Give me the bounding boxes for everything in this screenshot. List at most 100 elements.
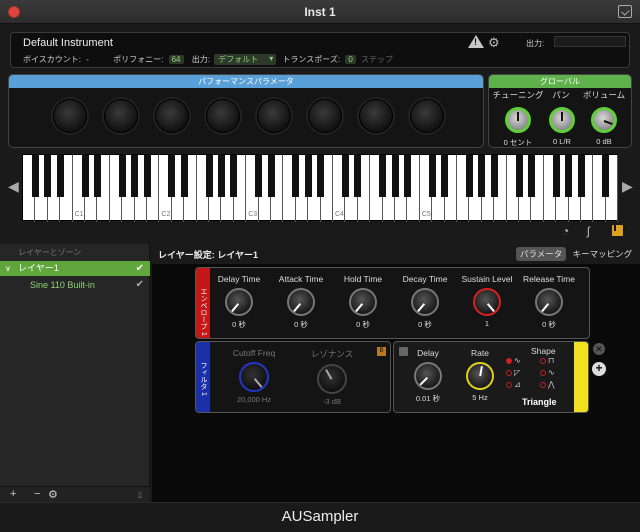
performance-knob[interactable] [206, 99, 240, 133]
sidebar-item-layer1[interactable]: ∨ レイヤー1 ✔ [0, 261, 150, 276]
checkmark-icon[interactable]: ✔ [136, 278, 144, 292]
shape-option-sine[interactable]: ∿ [506, 356, 536, 367]
warning-icon[interactable] [468, 35, 484, 48]
lfo-delay-knob[interactable] [414, 362, 442, 390]
black-key[interactable] [515, 155, 523, 197]
tab-parameters[interactable]: パラメータ [516, 247, 567, 261]
chevron-down-icon[interactable]: ∨ [5, 261, 11, 276]
env-delay-knob[interactable] [225, 288, 253, 316]
remove-button[interactable]: − [34, 488, 40, 500]
black-key[interactable] [341, 155, 349, 197]
black-key[interactable] [292, 155, 300, 197]
pan-knob[interactable] [549, 107, 575, 133]
black-key[interactable] [441, 155, 449, 197]
black-key[interactable] [565, 155, 573, 197]
black-key[interactable] [465, 155, 473, 197]
filter-bypass-badge[interactable]: B [377, 347, 386, 356]
performance-knob[interactable] [308, 99, 342, 133]
pitchbend-icon[interactable]: ʃ [587, 224, 590, 238]
cutoff-knob[interactable] [239, 362, 269, 392]
black-key[interactable] [490, 155, 498, 197]
radio-icon [540, 381, 546, 388]
black-key[interactable] [131, 155, 139, 197]
window-title: Inst 1 [304, 5, 336, 19]
tab-key-mapping[interactable]: キーマッピング [569, 247, 637, 261]
keyboard-scroll-left-icon[interactable]: ◀ [8, 178, 19, 195]
black-key[interactable] [230, 155, 238, 197]
performance-knob[interactable] [410, 99, 444, 133]
resonance-knob[interactable] [317, 364, 347, 394]
black-key[interactable] [354, 155, 362, 197]
output2-field[interactable] [554, 36, 626, 47]
black-key[interactable] [527, 155, 535, 197]
env-sustain-knob[interactable] [473, 288, 501, 316]
black-key[interactable] [168, 155, 176, 197]
black-key[interactable] [304, 155, 312, 197]
remove-module-close-icon[interactable]: ✕ [593, 343, 605, 355]
shape-option-noise[interactable]: ∿ [540, 368, 570, 379]
filter-tab[interactable]: フィルタ 1 [196, 342, 210, 412]
black-key[interactable] [56, 155, 64, 197]
black-key[interactable] [93, 155, 101, 197]
black-key[interactable] [602, 155, 610, 197]
performance-knob[interactable] [155, 99, 189, 133]
shape-option-triangle[interactable]: ⋀ [540, 380, 570, 391]
performance-knob[interactable] [104, 99, 138, 133]
black-key[interactable] [428, 155, 436, 197]
piano-keyboard[interactable]: C1 C2 C3 C4 C5 [22, 154, 619, 222]
resize-grip-icon[interactable]: ⦙⦙ [138, 490, 142, 501]
polyphony-field[interactable]: 64 [168, 55, 184, 64]
tuning-knob[interactable] [505, 107, 531, 133]
output-select[interactable]: デフォルト [214, 54, 277, 65]
resonance-label: レゾナンス [310, 349, 354, 359]
lfo-tab[interactable] [574, 342, 588, 412]
black-key[interactable] [317, 155, 325, 197]
env-decay-knob[interactable] [411, 288, 439, 316]
volume-knob[interactable] [591, 107, 617, 133]
env-release-knob[interactable] [535, 288, 563, 316]
black-key[interactable] [143, 155, 151, 197]
lfo-rate-knob[interactable] [466, 362, 494, 390]
black-key[interactable] [255, 155, 263, 197]
env-attack-knob[interactable] [287, 288, 315, 316]
env-delay-value: 0 秒 [232, 320, 246, 329]
shape-option-square[interactable]: ⊓ [540, 356, 570, 367]
performance-knob[interactable] [257, 99, 291, 133]
performance-knob[interactable] [53, 99, 87, 133]
gear-menu-icon[interactable]: ⚙︎ [48, 488, 58, 501]
black-key[interactable] [81, 155, 89, 197]
add-button[interactable]: + [10, 488, 16, 500]
window-expand-button[interactable] [618, 5, 632, 18]
performance-knob[interactable] [359, 99, 393, 133]
piano-icon[interactable] [612, 225, 625, 236]
shape-option-saw-up[interactable]: ⊿ [506, 380, 536, 391]
sidebar-item-zone[interactable]: Sine 110 Built-in ✔ [0, 278, 150, 292]
env-hold-knob[interactable] [349, 288, 377, 316]
black-key[interactable] [44, 155, 52, 197]
black-key[interactable] [552, 155, 560, 197]
octave-label: C1 [74, 211, 84, 218]
black-key[interactable] [180, 155, 188, 197]
keyboard-scroll-right-icon[interactable]: ▶ [622, 178, 633, 195]
black-key[interactable] [205, 155, 213, 197]
black-key[interactable] [403, 155, 411, 197]
gear-icon[interactable]: ⚙︎ [488, 35, 500, 51]
window-titlebar: Inst 1 [0, 0, 640, 24]
black-key[interactable] [391, 155, 399, 197]
velocity-icon[interactable]: ◔ [562, 224, 569, 238]
black-key[interactable] [217, 155, 225, 197]
add-module-plus-icon[interactable]: + [592, 362, 606, 376]
transpose-field[interactable]: 0 [345, 55, 356, 64]
black-key[interactable] [267, 155, 275, 197]
global-header: グローバル [489, 75, 631, 88]
env-attack-label: Attack Time [278, 274, 324, 284]
tuning-value: 0 セント [503, 138, 533, 147]
black-key[interactable] [478, 155, 486, 197]
black-key[interactable] [379, 155, 387, 197]
black-key[interactable] [31, 155, 39, 197]
shape-option-saw-down[interactable]: ◸ [506, 368, 536, 379]
instrument-name[interactable]: Default Instrument [23, 37, 113, 49]
checkmark-icon[interactable]: ✔ [136, 261, 144, 276]
black-key[interactable] [118, 155, 126, 197]
black-key[interactable] [577, 155, 585, 197]
